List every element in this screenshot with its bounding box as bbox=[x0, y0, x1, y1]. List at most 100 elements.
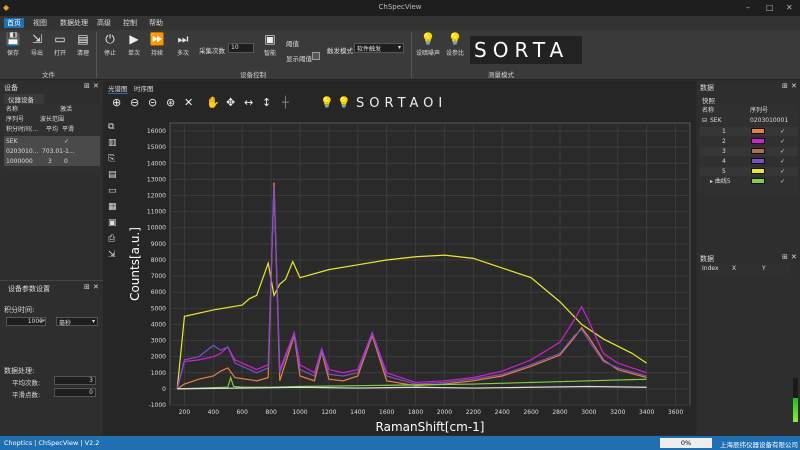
int-unit-select[interactable]: 毫秒 ▾ bbox=[56, 317, 98, 327]
y-tick-label: 7000 bbox=[151, 273, 166, 280]
avg-input[interactable]: 3 bbox=[54, 376, 96, 385]
trigger-select[interactable]: 软件触发 ▾ bbox=[354, 43, 404, 53]
color-swatch[interactable] bbox=[751, 148, 765, 154]
close-icon[interactable]: ✕ bbox=[791, 82, 797, 90]
menu-home[interactable]: 首页 bbox=[4, 18, 24, 28]
close-icon[interactable]: ✕ bbox=[786, 3, 793, 12]
snapshot-name: 1 bbox=[722, 128, 726, 135]
zoom-in-icon[interactable]: ⊕ bbox=[112, 96, 121, 109]
zoom-out-icon[interactable]: ⊖ bbox=[130, 96, 139, 109]
smooth-input[interactable]: 0 bbox=[54, 388, 96, 397]
export-icon[interactable]: ⇲ bbox=[108, 250, 122, 260]
header-smooth: 平滑 bbox=[62, 126, 75, 133]
table-icon[interactable]: ▥ bbox=[108, 138, 122, 148]
color-swatch[interactable] bbox=[751, 158, 765, 164]
folder-icon[interactable]: ▭ bbox=[108, 186, 122, 196]
y-axis-label: Counts[a.u.] bbox=[128, 227, 142, 301]
save-icon: 💾 bbox=[5, 32, 21, 46]
export-icon: ⇲ bbox=[31, 32, 43, 46]
x-tick-label: 3200 bbox=[610, 409, 625, 416]
x-tick-label: 2400 bbox=[495, 409, 510, 416]
dark-noise-button[interactable]: 💡 设暗噪声 bbox=[414, 32, 442, 57]
group-control-label: 设备控制 bbox=[240, 71, 266, 79]
clear-button[interactable]: ▤ 清理 bbox=[74, 32, 92, 57]
y-tick-label: 6000 bbox=[151, 289, 166, 296]
spectrum-chart[interactable]: 200 400 600 800 1000 1200 1400 1600 1800 2000 2200… bbox=[125, 115, 693, 435]
pin-icon[interactable]: ⊞ bbox=[782, 253, 788, 261]
close-icon[interactable]: ✕ bbox=[93, 82, 99, 90]
visible-checkbox[interactable]: ✓ bbox=[780, 157, 785, 166]
maximize-icon[interactable]: □ bbox=[766, 3, 774, 12]
zoom-box-icon[interactable]: ⊛ bbox=[166, 96, 175, 109]
visible-checkbox[interactable]: ✓ bbox=[780, 177, 785, 186]
stop-button[interactable]: ⏻ 停止 bbox=[101, 32, 119, 57]
open-button[interactable]: ▭ 打开 bbox=[51, 32, 69, 57]
tab-devices[interactable]: 仪器设备 bbox=[4, 94, 44, 104]
sorta-small-selector[interactable]: SORTAOI bbox=[356, 96, 447, 111]
image-icon[interactable]: ▣ bbox=[108, 218, 122, 228]
data-panel-title: 数据 bbox=[700, 84, 714, 92]
copy-icon[interactable]: ⧉ bbox=[108, 122, 122, 132]
color-swatch[interactable] bbox=[751, 168, 765, 174]
snapshot-name: 5 bbox=[722, 168, 726, 175]
menu-help[interactable]: 帮助 bbox=[149, 18, 163, 28]
menu-view[interactable]: 视图 bbox=[33, 18, 47, 28]
tab-timeseries[interactable]: 时序图 bbox=[134, 83, 154, 93]
duplicate-icon[interactable]: ⎘ bbox=[108, 154, 122, 164]
x-tick-label: 2000 bbox=[437, 409, 452, 416]
color-swatch[interactable] bbox=[751, 128, 765, 134]
pin-icon[interactable]: ⊞ bbox=[84, 283, 90, 291]
close-icon[interactable]: ✕ bbox=[93, 283, 99, 291]
single-button[interactable]: ▶ 单次 bbox=[125, 32, 143, 57]
chevron-down-icon: ▾ bbox=[91, 318, 95, 325]
bulb-on-icon[interactable]: 💡 bbox=[337, 96, 351, 109]
crosshair-icon[interactable]: ┼ bbox=[282, 96, 289, 109]
visible-checkbox[interactable]: ✓ bbox=[780, 137, 785, 146]
pin-icon[interactable]: ⊞ bbox=[782, 82, 788, 90]
visible-checkbox[interactable]: ✓ bbox=[780, 167, 785, 176]
color-swatch[interactable] bbox=[751, 138, 765, 144]
collapse-icon[interactable]: ⊟ bbox=[702, 116, 707, 125]
spinner-icon[interactable]: ▴▾ bbox=[40, 318, 45, 324]
color-swatch[interactable] bbox=[751, 178, 765, 184]
save-icon[interactable]: ▤ bbox=[108, 170, 122, 180]
move-h-icon[interactable]: ↔ bbox=[244, 96, 253, 109]
device-name: SEK bbox=[6, 138, 18, 145]
reference-button[interactable]: 💡 设参比 bbox=[443, 32, 467, 57]
menu-advanced[interactable]: 高级 bbox=[97, 18, 111, 28]
x-tick-label: 3600 bbox=[668, 409, 683, 416]
visible-checkbox[interactable]: ✓ bbox=[780, 147, 785, 156]
menu-process[interactable]: 数据处理 bbox=[60, 18, 88, 28]
printer-icon[interactable]: ⎙ bbox=[108, 234, 122, 244]
bulb-off-icon[interactable]: 💡 bbox=[320, 96, 334, 109]
continuous-button[interactable]: ⏩ 持续 bbox=[148, 32, 166, 57]
pin-icon[interactable]: ⊞ bbox=[84, 82, 90, 90]
tab-snapshot[interactable]: 快照 bbox=[702, 95, 715, 105]
zoom-fit-icon[interactable]: ⊝ bbox=[148, 96, 157, 109]
visible-checkbox[interactable]: ✓ bbox=[780, 127, 785, 136]
save-button[interactable]: 💾 保存 bbox=[4, 32, 22, 57]
reset-icon[interactable]: ✕ bbox=[184, 96, 193, 109]
minimize-icon[interactable]: – bbox=[746, 3, 750, 12]
move-icon[interactable]: ✥ bbox=[226, 96, 235, 109]
threshold-label[interactable]: 阈值 bbox=[286, 38, 299, 48]
menu-control[interactable]: 控制 bbox=[123, 18, 137, 28]
close-icon[interactable]: ✕ bbox=[791, 253, 797, 261]
sorta-mode-selector[interactable]: SORTA bbox=[470, 36, 582, 64]
show-threshold-label[interactable]: 显示阈值 bbox=[286, 53, 312, 63]
y-tick-label: 10000 bbox=[147, 225, 166, 232]
bar-chart-icon[interactable]: ▦ bbox=[108, 202, 122, 212]
tab-spectrum[interactable]: 光谱图 bbox=[108, 83, 128, 94]
smart-button[interactable]: ▣ 智能 bbox=[261, 32, 279, 57]
check-icon[interactable]: ✓ bbox=[64, 137, 69, 146]
move-v-icon[interactable]: ↕ bbox=[262, 96, 271, 109]
y-tick-label: 9000 bbox=[151, 241, 166, 248]
export-button[interactable]: ⇲ 导出 bbox=[28, 32, 46, 57]
header-serial: 序列号 bbox=[750, 107, 769, 114]
count-input[interactable]: 10 bbox=[228, 43, 254, 53]
show-threshold-checkbox[interactable] bbox=[312, 52, 320, 60]
title-bar: ChSpecView ◆ – □ ✕ bbox=[0, 0, 800, 16]
pan-icon[interactable]: ✋ bbox=[206, 96, 220, 109]
x-tick-label: 400 bbox=[208, 409, 220, 416]
multi-button[interactable]: ⏭ 多次 bbox=[174, 32, 192, 57]
